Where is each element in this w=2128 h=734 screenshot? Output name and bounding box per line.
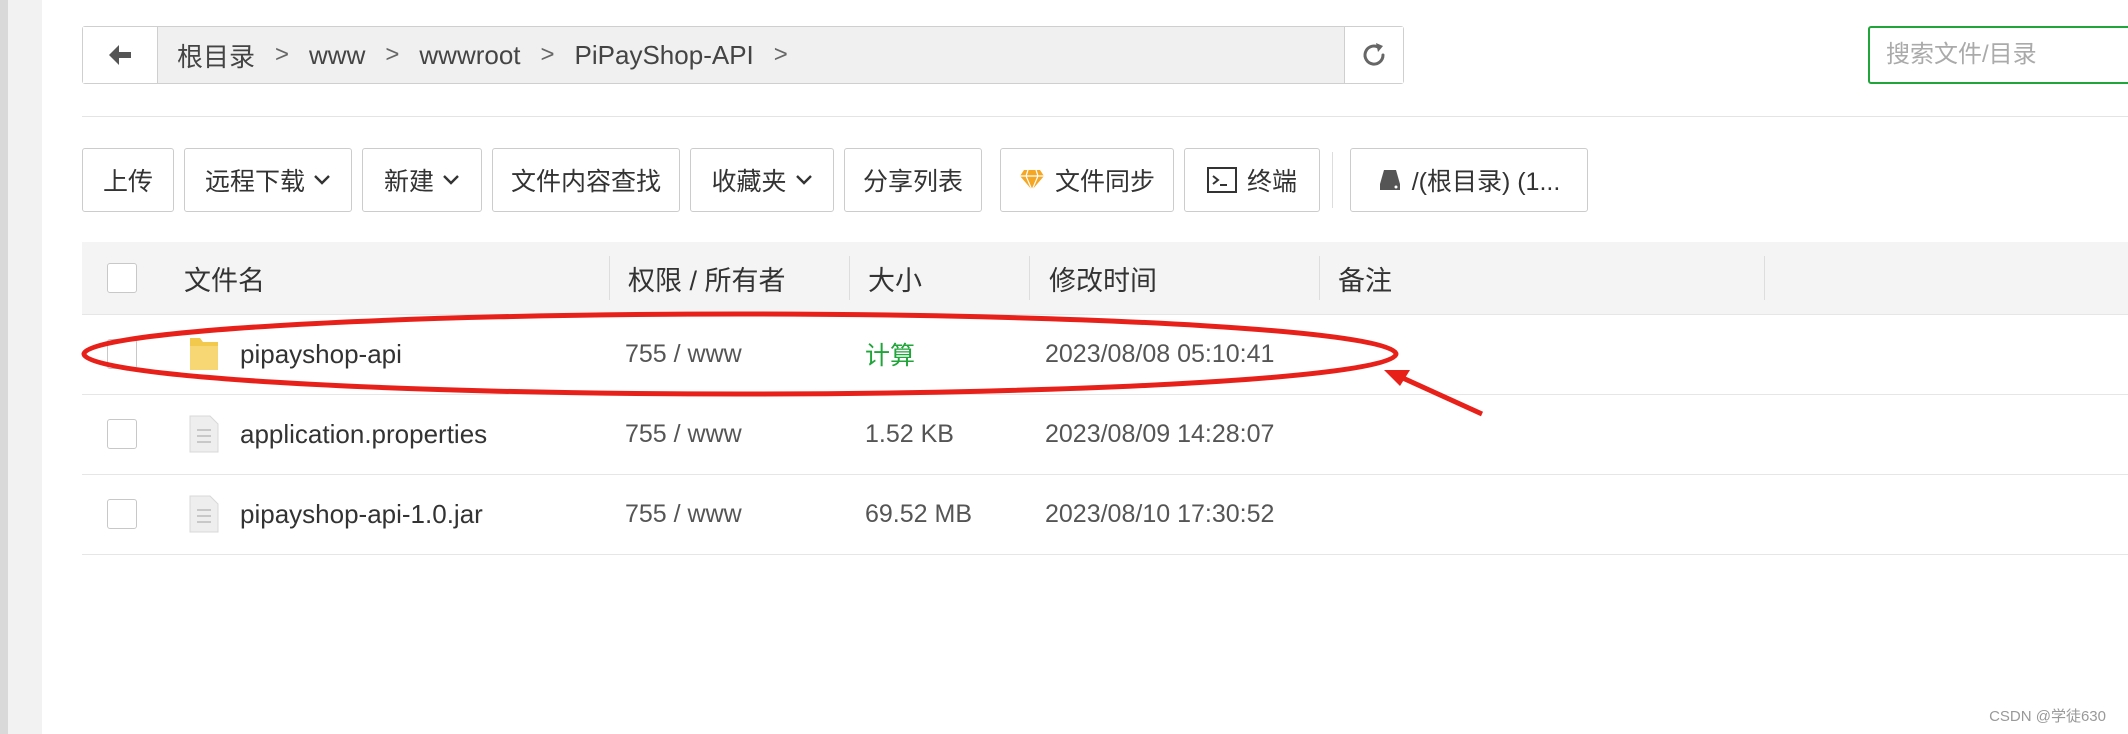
- file-mtime: 2023/08/10 17:30:52: [1045, 499, 1275, 528]
- breadcrumb: 根目录 > www > wwwroot > PiPayShop-API >: [171, 27, 802, 83]
- content-search-button[interactable]: 文件内容查找: [492, 148, 680, 212]
- refresh-icon: [1363, 43, 1385, 66]
- terminal-icon: [1206, 167, 1237, 193]
- disk-icon: [1378, 168, 1402, 192]
- col-mtime[interactable]: 修改时间: [1049, 242, 1157, 314]
- column-separator: [1029, 256, 1030, 300]
- divider: [82, 116, 2128, 117]
- chevron-down-icon: [314, 175, 330, 185]
- chevron-down-icon: [443, 175, 459, 185]
- row-checkbox[interactable]: [107, 419, 137, 449]
- upload-button[interactable]: 上传: [82, 148, 174, 212]
- diamond-icon: [1019, 169, 1045, 191]
- scrollbar-edge: [0, 0, 8, 734]
- disk-button[interactable]: /(根目录) (1...: [1350, 148, 1588, 212]
- row-checkbox[interactable]: [107, 339, 137, 369]
- back-button[interactable]: [83, 27, 158, 83]
- search-input[interactable]: [1870, 28, 2128, 82]
- file-mtime: 2023/08/08 05:10:41: [1045, 339, 1275, 368]
- remote-download-button[interactable]: 远程下载: [184, 148, 352, 212]
- table-row[interactable]: pipayshop-api 755 / www 计算 2023/08/08 05…: [82, 314, 2128, 395]
- file-table-header: 文件名 权限 / 所有者 大小 修改时间 备注: [82, 242, 2128, 315]
- file-size: 1.52 KB: [865, 419, 954, 448]
- favorites-label: 收藏夹: [711, 168, 787, 196]
- file-name[interactable]: pipayshop-api-1.0.jar: [240, 474, 483, 554]
- search-box: [1868, 26, 2128, 84]
- disk-label: /(根目录) (1...: [1411, 168, 1561, 196]
- share-list-label: 分享列表: [862, 168, 963, 196]
- col-size[interactable]: 大小: [868, 242, 922, 314]
- column-separator: [1764, 256, 1765, 300]
- row-checkbox[interactable]: [107, 499, 137, 529]
- remote-download-label: 远程下载: [204, 168, 305, 196]
- table-row[interactable]: pipayshop-api-1.0.jar 755 / www 69.52 MB…: [82, 474, 2128, 555]
- calculate-size-link[interactable]: 计算: [865, 314, 915, 394]
- file-permission[interactable]: 755 / www: [625, 474, 742, 554]
- file-icon: [188, 494, 220, 539]
- new-button[interactable]: 新建: [362, 148, 482, 212]
- refresh-button[interactable]: [1344, 27, 1403, 83]
- breadcrumb-www[interactable]: www: [303, 40, 371, 71]
- table-row[interactable]: application.properties 755 / www 1.52 KB…: [82, 394, 2128, 475]
- favorites-button[interactable]: 收藏夹: [690, 148, 834, 212]
- breadcrumb-wwwroot[interactable]: wwwroot: [413, 40, 526, 71]
- file-icon: [188, 414, 220, 459]
- file-sync-button[interactable]: 文件同步: [1000, 148, 1174, 212]
- breadcrumb-pipayshop-api[interactable]: PiPayShop-API: [569, 40, 760, 71]
- col-note: 备注: [1338, 265, 1392, 296]
- file-size: 69.52 MB: [865, 499, 973, 528]
- file-sync-label: 文件同步: [1054, 168, 1155, 196]
- upload-label: 上传: [102, 168, 153, 196]
- chevron-down-icon: [795, 175, 812, 185]
- col-filename[interactable]: 文件名: [184, 242, 265, 314]
- file-mtime: 2023/08/09 14:28:07: [1045, 419, 1275, 448]
- file-name[interactable]: pipayshop-api: [240, 314, 402, 394]
- watermark: CSDN @学徒630: [1989, 708, 2106, 725]
- breadcrumb-separator: >: [385, 41, 400, 68]
- breadcrumb-root[interactable]: 根目录: [171, 37, 261, 74]
- content-search-label: 文件内容查找: [510, 168, 661, 196]
- col-permission[interactable]: 权限 / 所有者: [628, 242, 786, 314]
- file-permission[interactable]: 755 / www: [625, 394, 742, 474]
- breadcrumb-separator: >: [773, 41, 788, 68]
- column-separator: [609, 256, 610, 300]
- new-label: 新建: [383, 168, 434, 196]
- file-name[interactable]: application.properties: [240, 394, 487, 474]
- file-permission[interactable]: 755 / www: [625, 314, 742, 394]
- terminal-button[interactable]: 终端: [1184, 148, 1320, 212]
- terminal-label: 终端: [1246, 168, 1297, 196]
- path-bar: 根目录 > www > wwwroot > PiPayShop-API >: [82, 26, 1404, 84]
- column-separator: [849, 256, 850, 300]
- share-list-button[interactable]: 分享列表: [844, 148, 982, 212]
- select-all-checkbox[interactable]: [107, 263, 137, 293]
- arrow-left-icon: [109, 45, 131, 65]
- breadcrumb-separator: >: [275, 41, 290, 68]
- left-panel-edge: [0, 0, 42, 734]
- toolbar-divider: [1332, 152, 1333, 208]
- column-separator: [1319, 256, 1320, 300]
- breadcrumb-separator: >: [540, 41, 555, 68]
- folder-icon: [188, 334, 220, 377]
